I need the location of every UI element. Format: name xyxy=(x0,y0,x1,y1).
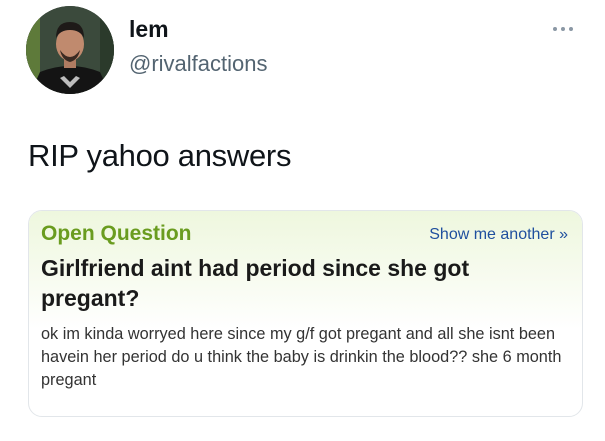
user-avatar-icon xyxy=(26,6,114,94)
question-title: Girlfriend aint had period since she got… xyxy=(41,255,470,311)
dot xyxy=(561,27,565,31)
avatar[interactable] xyxy=(26,6,114,94)
dot xyxy=(569,27,573,31)
tweet-card: lem @rivalfactions RIP yahoo answers Ope… xyxy=(0,0,605,441)
user-handle[interactable]: @rivalfactions xyxy=(129,50,268,78)
show-another-link[interactable]: Show me another » xyxy=(429,225,568,245)
dot xyxy=(553,27,557,31)
question-status-label: Open Question xyxy=(41,222,192,245)
tweet-text: RIP yahoo answers xyxy=(28,138,292,173)
ellipsis-icon[interactable] xyxy=(553,24,579,34)
quoted-question-card: Open Question Show me another » Girlfrie… xyxy=(28,210,583,417)
question-body: ok im kinda worryed here since my g/f go… xyxy=(41,325,562,389)
display-name[interactable]: lem xyxy=(129,14,169,44)
